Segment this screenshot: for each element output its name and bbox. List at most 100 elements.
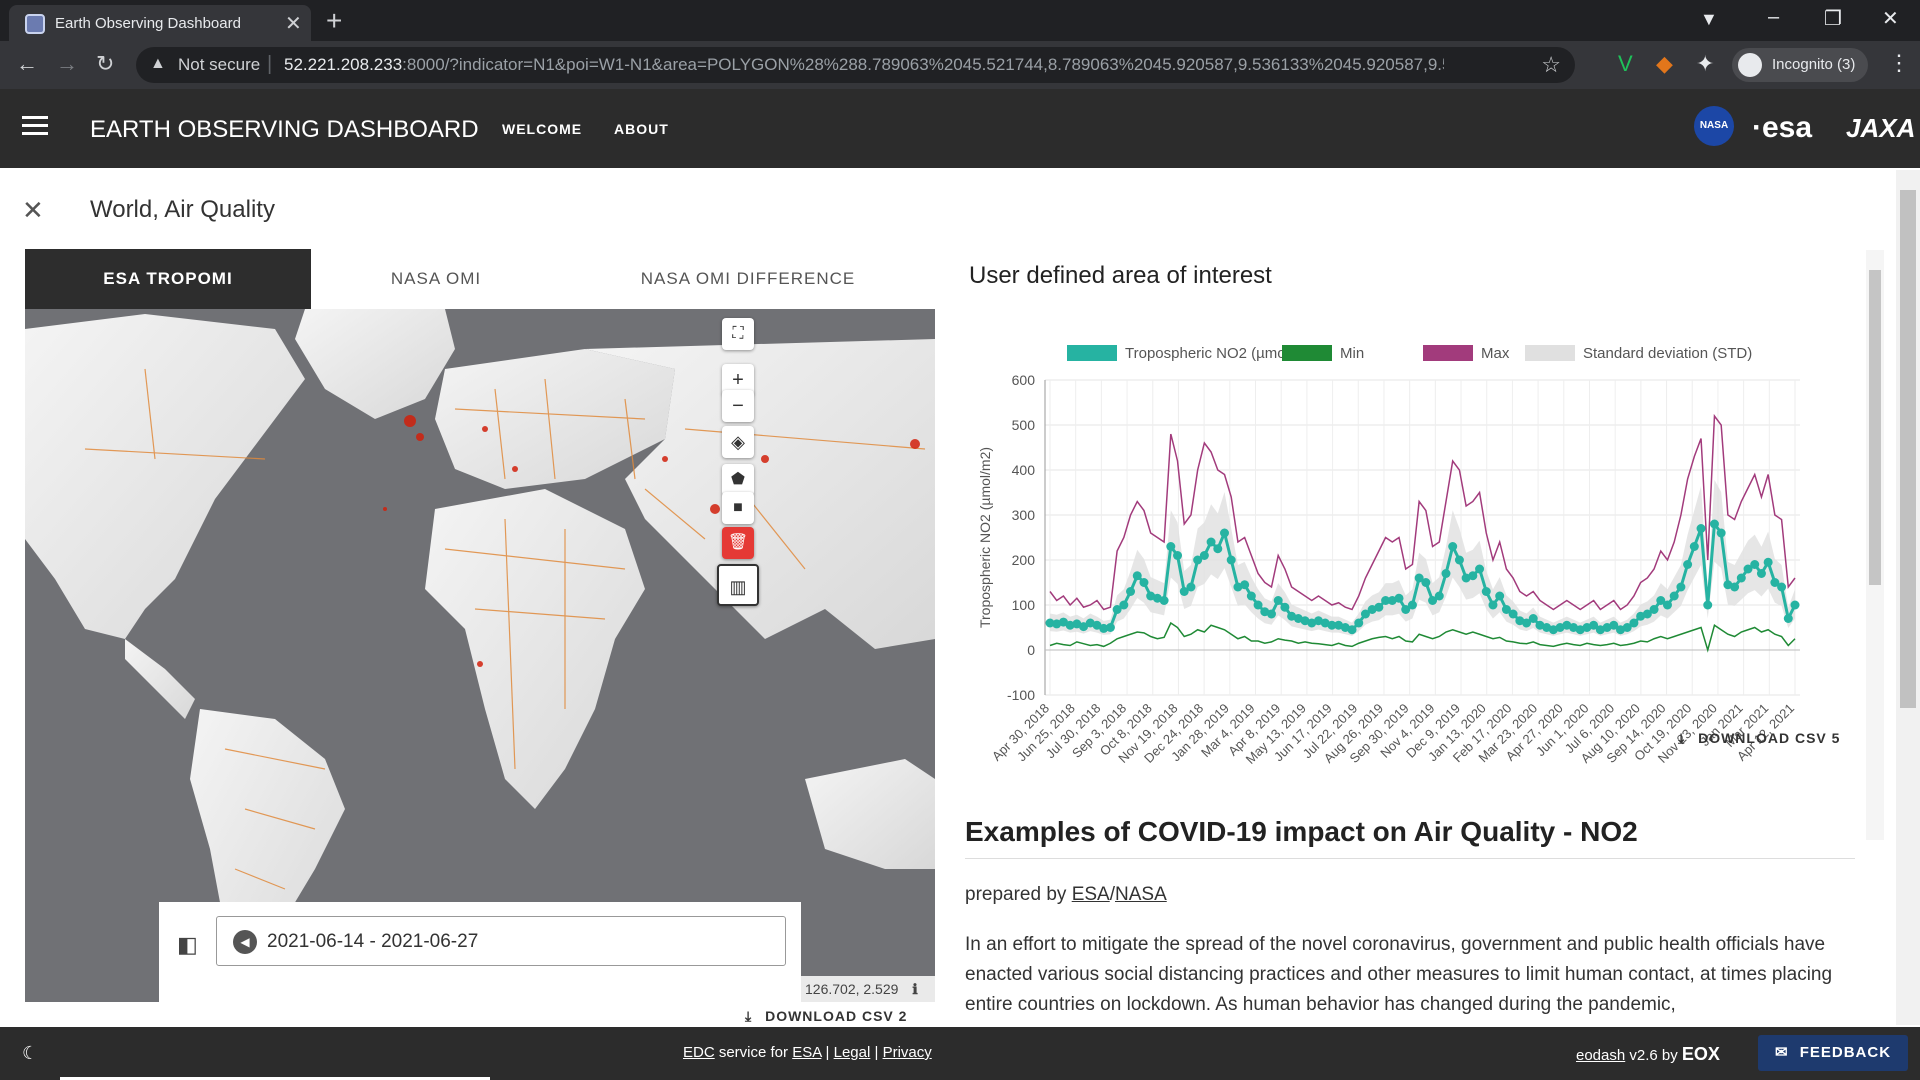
esa-footer-link[interactable]: ESA xyxy=(792,1044,821,1061)
data-point xyxy=(1448,542,1458,551)
download-icon: ⤓ xyxy=(745,1008,753,1024)
restore-icon[interactable]: ❐ xyxy=(1824,6,1842,31)
legend-swatch xyxy=(1067,345,1117,361)
tab-nasa-omi[interactable]: NASA OMI xyxy=(311,249,561,309)
eodash-link[interactable]: eodash xyxy=(1576,1047,1625,1064)
data-point xyxy=(1394,593,1404,603)
minimize-icon[interactable]: – xyxy=(1768,6,1779,29)
data-point xyxy=(1226,555,1236,565)
data-point xyxy=(1173,551,1183,560)
nav-welcome[interactable]: WELCOME xyxy=(502,121,582,137)
privacy-link[interactable]: Privacy xyxy=(883,1044,932,1061)
y-tick-label: 500 xyxy=(1012,417,1036,433)
data-point xyxy=(1475,564,1485,574)
tab-esa-tropomi[interactable]: ESA TROPOMI xyxy=(25,249,311,309)
incognito-icon xyxy=(1738,53,1762,77)
delete-icon[interactable]: 🗑 xyxy=(722,527,754,559)
data-point xyxy=(1159,596,1169,605)
y-tick-label: 600 xyxy=(1012,372,1036,388)
map-view[interactable]: ⛶ + − ◈ ⬟ ■ 🗑 ▥ ◧ ◀ 2021-06-14 - 2021-06… xyxy=(25,309,935,1002)
tab-nasa-omi-difference[interactable]: NASA OMI DIFFERENCE xyxy=(561,249,935,309)
new-tab-icon[interactable]: + xyxy=(326,5,342,37)
fullscreen-icon[interactable]: ⛶ xyxy=(722,318,754,350)
reload-icon[interactable]: ↻ xyxy=(96,51,114,77)
esa-link[interactable]: ESA xyxy=(1072,884,1110,905)
layers-icon[interactable]: ◈ xyxy=(722,426,754,458)
browser-menu-icon[interactable]: ⋮ xyxy=(1888,50,1910,76)
draw-rectangle-icon[interactable]: ■ xyxy=(722,492,754,524)
not-secure-label: Not secure xyxy=(178,55,261,74)
footer-links: EDC service for ESA | Legal | Privacy xyxy=(683,1044,932,1061)
forward-icon[interactable]: → xyxy=(56,51,78,77)
panel-scrollbar-thumb[interactable] xyxy=(1869,270,1881,585)
data-point xyxy=(1750,560,1760,569)
compare-icon[interactable]: ◧ xyxy=(177,932,198,958)
data-point xyxy=(1777,582,1787,592)
data-point xyxy=(1213,544,1223,554)
y-tick-label: 0 xyxy=(1027,642,1035,658)
date-selector-panel: ◧ ◀ 2021-06-14 - 2021-06-27 xyxy=(159,902,801,1002)
pipe: | xyxy=(870,1044,883,1061)
tab-title: Earth Observing Dashboard xyxy=(55,15,241,32)
esa-logo: ·esa xyxy=(1752,111,1813,144)
pipe: | xyxy=(821,1044,834,1061)
back-icon[interactable]: ← xyxy=(16,51,38,77)
data-point xyxy=(1273,596,1283,605)
data-point xyxy=(1689,542,1699,551)
dark-mode-icon[interactable]: ☾ xyxy=(22,1043,38,1064)
app-title[interactable]: EARTH OBSERVING DASHBOARD xyxy=(90,116,479,144)
incognito-badge[interactable]: Incognito (3) xyxy=(1732,48,1868,82)
nav-about[interactable]: ABOUT xyxy=(614,121,669,137)
warning-icon: ▲ xyxy=(150,55,166,72)
window-close-icon[interactable]: ✕ xyxy=(1882,6,1899,31)
hamburger-menu-icon[interactable] xyxy=(22,116,48,136)
download-csv-5-button[interactable]: ⤓ DOWNLOAD CSV 5 xyxy=(1678,730,1840,747)
extension-v-icon[interactable]: V xyxy=(1618,51,1633,77)
arrow-left-icon[interactable]: ◀ xyxy=(233,930,257,954)
info-icon[interactable]: ℹ xyxy=(912,981,917,997)
data-point xyxy=(1730,582,1740,592)
browser-tab[interactable]: Earth Observing Dashboard ✕ xyxy=(9,5,311,41)
service-for: service for xyxy=(714,1044,793,1061)
close-tab-icon[interactable]: ✕ xyxy=(285,11,302,36)
download-csv-2-button[interactable]: ⤓ DOWNLOAD CSV 2 xyxy=(745,1008,907,1025)
data-point xyxy=(1528,614,1538,623)
feedback-icon: ✉ xyxy=(1774,1044,1789,1061)
data-point xyxy=(1421,578,1431,587)
page-scrollbar[interactable] xyxy=(1896,170,1920,1025)
legend-swatch xyxy=(1525,345,1575,361)
page-scrollbar-thumb[interactable] xyxy=(1900,190,1916,708)
data-point xyxy=(1716,528,1726,538)
no2-chart[interactable]: Tropospheric NO2 (µmol/m2) Min Max Standard… xyxy=(960,340,1860,780)
data-point xyxy=(1186,582,1196,592)
nasa-link[interactable]: NASA xyxy=(1115,884,1167,905)
zoom-out-icon[interactable]: − xyxy=(722,390,754,422)
date-range-select[interactable]: ◀ 2021-06-14 - 2021-06-27 xyxy=(216,916,786,966)
divider xyxy=(965,858,1855,859)
panel-scrollbar[interactable] xyxy=(1866,250,1884,840)
data-point xyxy=(1166,542,1176,551)
chart-icon[interactable]: ▥ xyxy=(717,564,759,606)
data-point xyxy=(1495,591,1505,601)
data-point xyxy=(1454,555,1464,565)
metamask-icon[interactable]: ◆ xyxy=(1656,51,1673,77)
feedback-button[interactable]: ✉ FEEDBACK xyxy=(1758,1035,1908,1071)
data-point xyxy=(1649,605,1659,614)
legend-label: Max xyxy=(1481,345,1510,362)
tab-search-icon[interactable]: ▼ xyxy=(1700,9,1718,30)
bookmark-star-icon[interactable]: ☆ xyxy=(1541,52,1561,78)
incognito-label: Incognito (3) xyxy=(1772,56,1856,73)
legend-label: Standard deviation (STD) xyxy=(1583,345,1752,362)
coordinate-value: 126.702, 2.529 xyxy=(805,981,899,997)
extensions-puzzle-icon[interactable]: ✦ xyxy=(1696,51,1714,77)
y-tick-label: 100 xyxy=(1012,597,1036,613)
data-point xyxy=(1441,569,1451,578)
data-point xyxy=(1119,600,1129,610)
panel-title: World, Air Quality xyxy=(90,196,275,223)
legal-link[interactable]: Legal xyxy=(834,1044,871,1061)
eox-logo[interactable]: EOX xyxy=(1682,1044,1720,1064)
nasa-logo: NASA xyxy=(1694,106,1734,146)
edc-link[interactable]: EDC xyxy=(683,1044,715,1061)
address-bar[interactable]: ▲ Not secure | 52.221.208.233:8000/?indi… xyxy=(136,47,1575,83)
close-panel-icon[interactable]: ✕ xyxy=(22,195,44,226)
